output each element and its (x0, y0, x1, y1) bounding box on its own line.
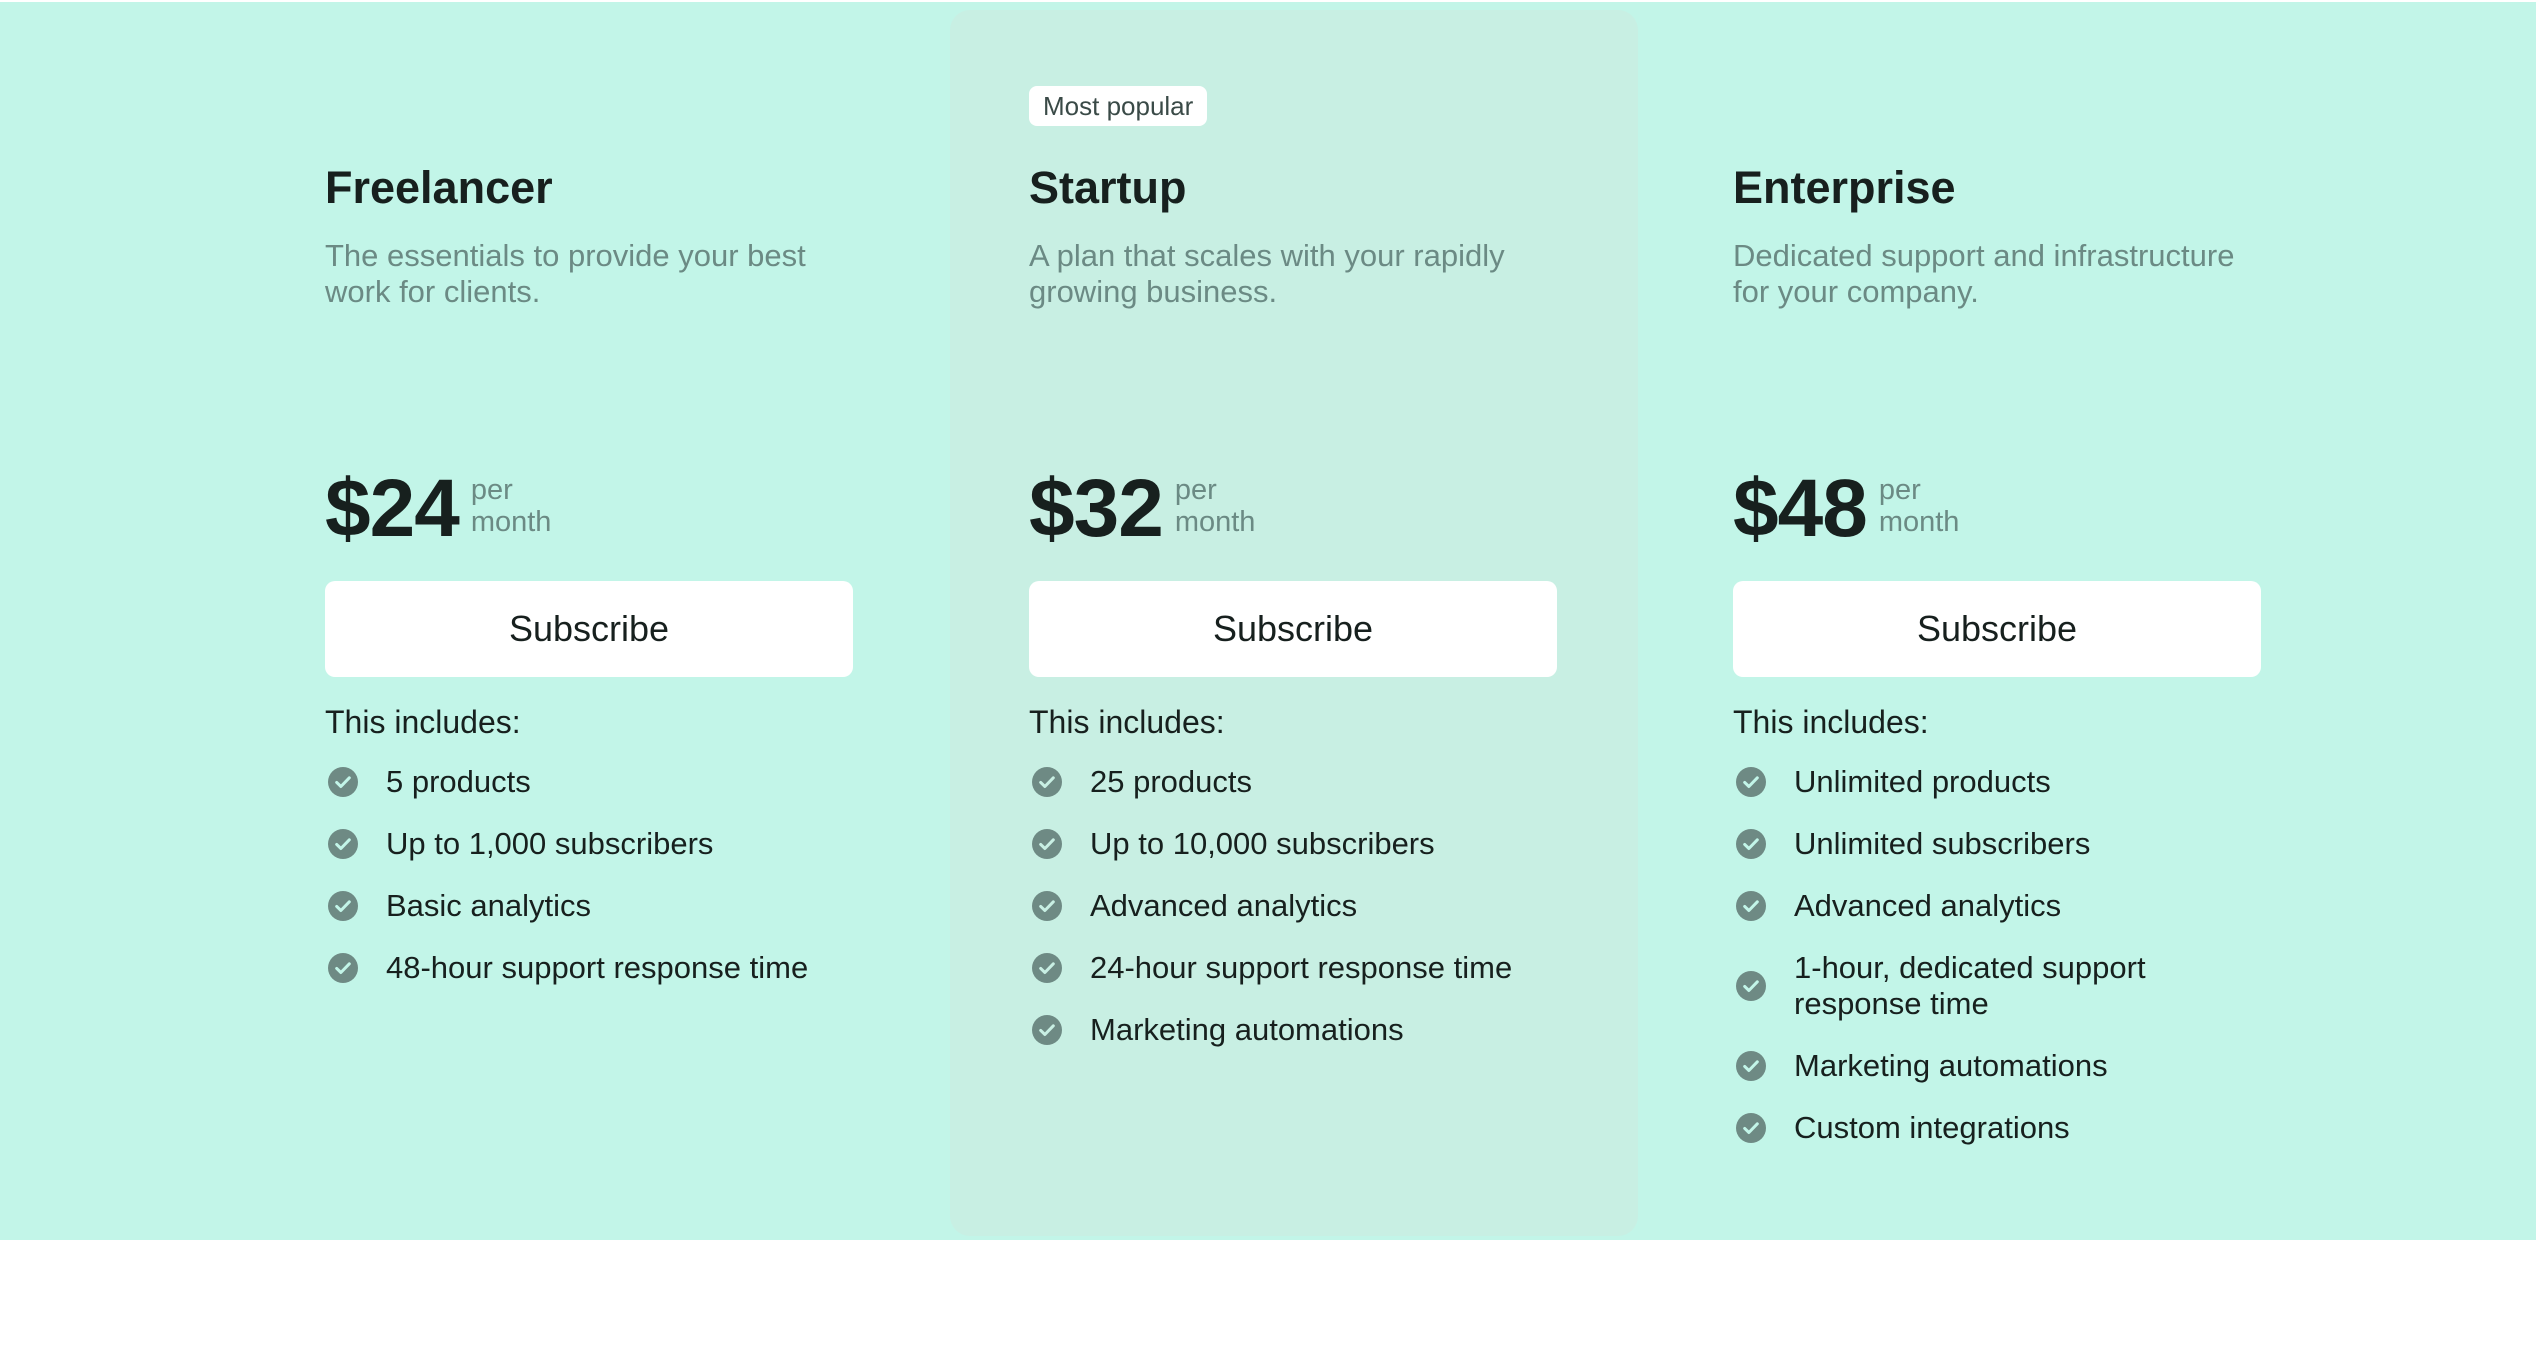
check-circle-icon (1736, 1051, 1766, 1081)
plan-price: $24 (325, 463, 460, 554)
feature-text: 48-hour support response time (386, 950, 809, 985)
feature-text: Marketing automations (1794, 1048, 2108, 1083)
check-circle-icon (1736, 891, 1766, 921)
check-circle-icon (328, 829, 358, 859)
includes-label: This includes: (1733, 704, 1929, 740)
feature-item: Marketing automations (1733, 1048, 2263, 1084)
price-row: $32 per month (1029, 464, 1285, 554)
feature-text: Marketing automations (1090, 1012, 1404, 1047)
feature-item: Advanced analytics (1733, 888, 2263, 924)
feature-text: 24-hour support response time (1090, 950, 1513, 985)
feature-item: 1-hour, dedicated support response time (1733, 950, 2263, 1022)
includes-label: This includes: (1029, 704, 1225, 740)
feature-item: Advanced analytics (1029, 888, 1559, 924)
plan-description: The essentials to provide your best work… (325, 238, 806, 309)
plan-name: Startup (1029, 162, 1187, 213)
feature-text: Unlimited products (1794, 764, 2051, 799)
check-circle-icon (1736, 1113, 1766, 1143)
price-period: per month (1174, 474, 1256, 538)
feature-item: 48-hour support response time (325, 950, 855, 986)
most-popular-badge: Most popular (1029, 86, 1208, 126)
feature-item: Unlimited subscribers (1733, 826, 2263, 862)
feature-text: Advanced analytics (1090, 888, 1358, 923)
plan-price: $32 (1029, 463, 1164, 554)
feature-item: 24-hour support response time (1029, 950, 1559, 986)
feature-text: Custom integrations (1794, 1110, 2070, 1145)
feature-item: Marketing automations (1029, 1012, 1559, 1048)
feature-item: Basic analytics (325, 888, 855, 924)
check-circle-icon (1032, 953, 1062, 983)
feature-item: Up to 1,000 subscribers (325, 826, 855, 862)
feature-list: Unlimited products Unlimited subscribers… (1733, 764, 2263, 1172)
check-circle-icon (328, 891, 358, 921)
feature-text: Up to 10,000 subscribers (1090, 826, 1435, 861)
check-circle-icon (1736, 829, 1766, 859)
feature-text: 5 products (386, 764, 531, 799)
plan-price: $48 (1733, 463, 1868, 554)
feature-text: Up to 1,000 subscribers (386, 826, 714, 861)
feature-text: Unlimited subscribers (1794, 826, 2091, 861)
check-circle-icon (1736, 767, 1766, 797)
feature-item: 5 products (325, 764, 855, 800)
subscribe-button[interactable]: Subscribe (1733, 581, 2261, 677)
plan-description: Dedicated support and infrastructure for… (1733, 238, 2235, 309)
check-circle-icon (328, 953, 358, 983)
check-circle-icon (328, 767, 358, 797)
feature-item: Unlimited products (1733, 764, 2263, 800)
feature-item: Custom integrations (1733, 1110, 2263, 1146)
feature-text: 1-hour, dedicated support response time (1794, 950, 2146, 1021)
pricing-section: Freelancer The essentials to provide you… (0, 2, 2536, 1240)
check-circle-icon (1736, 971, 1766, 1001)
subscribe-button[interactable]: Subscribe (325, 581, 853, 677)
price-period: per month (470, 474, 552, 538)
feature-list: 25 products Up to 10,000 subscribers Adv… (1029, 764, 1559, 1074)
feature-list: 5 products Up to 1,000 subscribers Basic… (325, 764, 855, 1012)
plan-description: A plan that scales with your rapidly gro… (1029, 238, 1505, 309)
feature-item: Up to 10,000 subscribers (1029, 826, 1559, 862)
feature-item: 25 products (1029, 764, 1559, 800)
feature-text: 25 products (1090, 764, 1252, 799)
feature-text: Advanced analytics (1794, 888, 2062, 923)
includes-label: This includes: (325, 704, 521, 740)
check-circle-icon (1032, 891, 1062, 921)
price-period: per month (1878, 474, 1960, 538)
check-circle-icon (1032, 767, 1062, 797)
feature-text: Basic analytics (386, 888, 592, 923)
plan-name: Freelancer (325, 162, 553, 213)
check-circle-icon (1032, 1015, 1062, 1045)
price-row: $48 per month (1733, 464, 1989, 554)
subscribe-button[interactable]: Subscribe (1029, 581, 1557, 677)
plan-name: Enterprise (1733, 162, 1956, 213)
price-row: $24 per month (325, 464, 581, 554)
check-circle-icon (1032, 829, 1062, 859)
